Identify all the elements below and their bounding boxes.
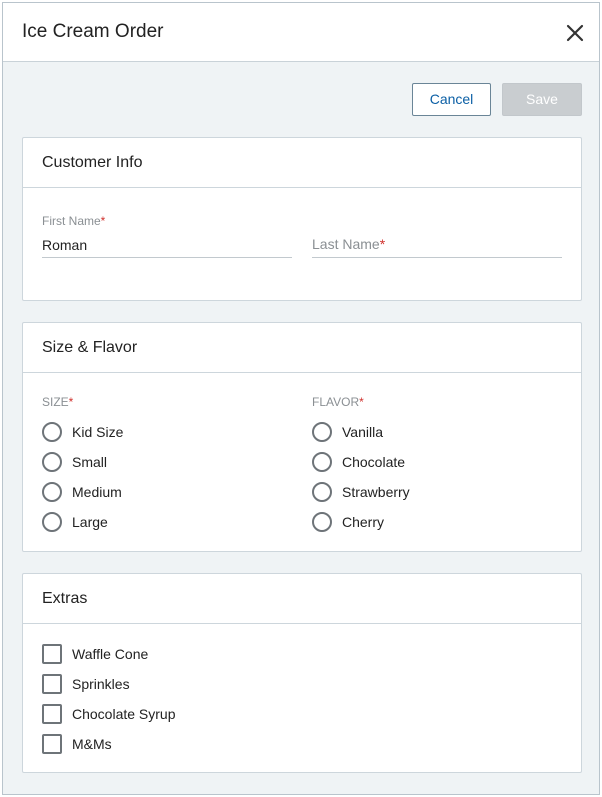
extra-option-mms[interactable]: M&Ms [42, 733, 112, 755]
size-flavor-card: Size & Flavor SIZE* FLAVOR* Kid Size Sma… [22, 322, 582, 552]
close-icon [566, 24, 584, 42]
flavor-option-cherry[interactable]: Cherry [312, 511, 384, 533]
radio-label: Small [72, 454, 108, 470]
customer-info-card: Customer Info First Name* Roman Last Nam… [22, 137, 582, 301]
extra-option-chocolate-syrup[interactable]: Chocolate Syrup [42, 703, 176, 725]
ice-cream-order-dialog: Ice Cream Order Cancel Save Customer Inf… [2, 2, 600, 795]
radio-label: Medium [72, 484, 122, 500]
radio-button[interactable] [42, 422, 62, 442]
radio-label: Vanilla [342, 424, 383, 440]
size-option-kid-size[interactable]: Kid Size [42, 421, 123, 443]
extra-option-sprinkles[interactable]: Sprinkles [42, 673, 130, 695]
first-name-input[interactable]: Roman [42, 236, 292, 254]
flavor-group-label: FLAVOR* [312, 395, 364, 409]
radio-button[interactable] [42, 512, 62, 532]
required-mark: * [379, 236, 386, 252]
required-mark: * [359, 395, 364, 409]
last-name-label: Last Name* [312, 236, 386, 252]
checkbox[interactable] [42, 644, 62, 664]
radio-label: Chocolate [342, 454, 406, 470]
checkbox-label: Sprinkles [72, 676, 130, 692]
last-name-underline [312, 257, 562, 258]
extra-option-waffle-cone[interactable]: Waffle Cone [42, 643, 148, 665]
required-mark: * [100, 214, 106, 228]
first-name-field[interactable]: First Name* Roman [42, 214, 292, 258]
radio-button[interactable] [312, 452, 332, 472]
dialog-title: Ice Cream Order [22, 21, 164, 42]
customer-info-header: Customer Info [23, 138, 581, 188]
radio-button[interactable] [312, 422, 332, 442]
flavor-option-vanilla[interactable]: Vanilla [312, 421, 383, 443]
flavor-option-chocolate[interactable]: Chocolate [312, 451, 405, 473]
radio-button[interactable] [42, 482, 62, 502]
size-option-medium[interactable]: Medium [42, 481, 122, 503]
radio-label: Cherry [342, 514, 385, 530]
radio-label: Large [72, 514, 108, 530]
checkbox-label: M&Ms [72, 736, 112, 752]
cancel-button[interactable]: Cancel [412, 83, 491, 116]
size-flavor-header: Size & Flavor [23, 323, 581, 373]
size-option-small[interactable]: Small [42, 451, 107, 473]
checkbox[interactable] [42, 734, 62, 754]
close-button[interactable] [563, 21, 587, 45]
radio-button[interactable] [42, 452, 62, 472]
checkbox[interactable] [42, 704, 62, 724]
required-mark: * [68, 395, 74, 409]
radio-label: Strawberry [342, 484, 410, 500]
radio-label: Kid Size [72, 424, 124, 440]
size-option-large[interactable]: Large [42, 511, 108, 533]
flavor-option-strawberry[interactable]: Strawberry [312, 481, 410, 503]
checkbox[interactable] [42, 674, 62, 694]
radio-button[interactable] [312, 512, 332, 532]
last-name-field[interactable]: Last Name* [312, 214, 562, 258]
extras-header: Extras [23, 574, 581, 624]
save-button[interactable]: Save [502, 83, 582, 116]
extras-card: Extras Waffle Cone Sprinkles Chocolate S… [22, 573, 582, 773]
first-name-label: First Name* [42, 214, 106, 228]
checkbox-label: Chocolate Syrup [72, 706, 176, 722]
checkbox-label: Waffle Cone [72, 646, 149, 662]
first-name-underline [42, 257, 292, 258]
dialog-header: Ice Cream Order [3, 3, 599, 62]
radio-button[interactable] [312, 482, 332, 502]
size-group-label: SIZE* [42, 395, 74, 409]
